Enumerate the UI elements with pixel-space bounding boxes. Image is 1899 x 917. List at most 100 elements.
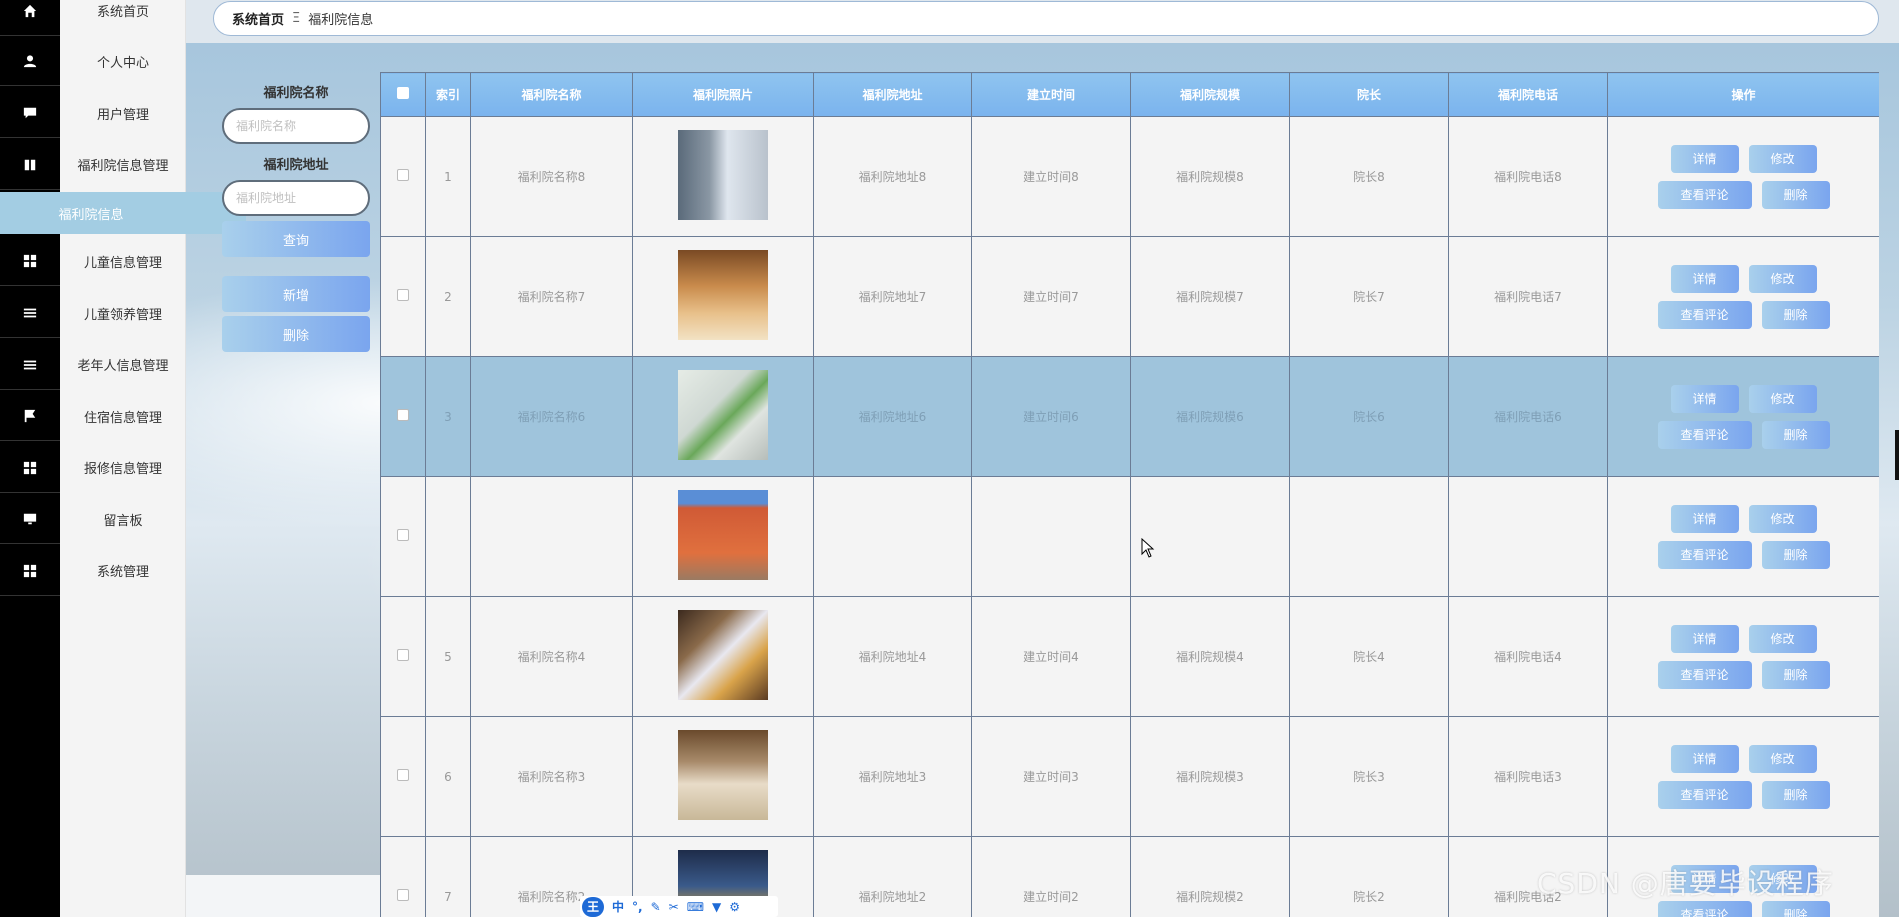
- edit-button[interactable]: 修改: [1748, 144, 1817, 173]
- monitor-icon[interactable]: [0, 494, 60, 544]
- sidebar-item-label: 儿童信息管理: [83, 255, 162, 271]
- sidebar-item-home[interactable]: 系统首页: [60, 0, 186, 35]
- grid-icon[interactable]: [0, 546, 60, 596]
- row-select-cell[interactable]: [380, 836, 426, 917]
- cell-director: 院长4: [1289, 596, 1449, 717]
- delete-button[interactable]: 删除: [1761, 780, 1830, 809]
- cell-address: 福利院地址4: [813, 596, 972, 717]
- row-checkbox[interactable]: [397, 649, 409, 661]
- sidebar-item-welfare-info[interactable]: 福利院信息: [0, 192, 246, 234]
- sidebar-item-users[interactable]: 用户管理: [60, 88, 186, 138]
- row-select-cell[interactable]: [380, 356, 426, 477]
- row-checkbox[interactable]: [397, 889, 409, 901]
- row-checkbox[interactable]: [397, 169, 409, 181]
- detail-button[interactable]: 详情: [1670, 384, 1739, 413]
- table-row[interactable]: 2 福利院名称7 福利院地址7 建立时间7 福利院规模7 院长7 福利院电话7 详情 修改 查看评…: [380, 236, 1879, 357]
- chat-icon[interactable]: [0, 88, 60, 138]
- ime-mode[interactable]: 中: [612, 898, 624, 915]
- row-checkbox[interactable]: [397, 289, 409, 301]
- view-comments-button[interactable]: 查看评论: [1657, 780, 1752, 809]
- delete-button[interactable]: 删除: [1761, 660, 1830, 689]
- delete-button[interactable]: 删除: [1761, 300, 1830, 329]
- edit-button[interactable]: 修改: [1748, 744, 1817, 773]
- flag-icon[interactable]: [0, 391, 60, 441]
- delete-button[interactable]: 删除: [1761, 420, 1830, 449]
- detail-button[interactable]: 详情: [1670, 624, 1739, 653]
- table-row[interactable]: 详情 修改查看评论 删除: [380, 476, 1879, 597]
- cell-address: 福利院地址8: [813, 116, 972, 237]
- keyboard-icon[interactable]: ⌨: [687, 900, 704, 914]
- view-comments-button[interactable]: 查看评论: [1657, 420, 1752, 449]
- cell-address: [813, 476, 972, 597]
- sidebar-item-welfare-mgmt[interactable]: 福利院信息管理: [60, 139, 186, 189]
- list-icon[interactable]: [0, 288, 60, 338]
- delete-button[interactable]: 删除: [1761, 900, 1830, 917]
- view-comments-button[interactable]: 查看评论: [1657, 540, 1752, 569]
- edit-button[interactable]: 修改: [1748, 264, 1817, 293]
- sidebar-item-adoption[interactable]: 儿童领养管理: [60, 288, 186, 338]
- skin-icon[interactable]: ▼: [712, 900, 721, 914]
- delete-button[interactable]: 删除: [1761, 540, 1830, 569]
- batch-delete-button[interactable]: 删除: [222, 316, 370, 352]
- sidebar-item-profile[interactable]: 个人中心: [60, 36, 186, 86]
- detail-button[interactable]: 详情: [1670, 144, 1739, 173]
- row-checkbox[interactable]: [397, 529, 409, 541]
- settings-icon[interactable]: ⚙: [729, 900, 740, 914]
- grid-icon[interactable]: [0, 443, 60, 493]
- cell-index: 7: [425, 836, 471, 917]
- pen-icon[interactable]: ✎: [651, 900, 661, 914]
- row-select-cell[interactable]: [380, 476, 426, 597]
- table-row[interactable]: 6 福利院名称3 福利院地址3 建立时间3 福利院规模3 院长3 福利院电话3 详情 修改 查看评…: [380, 716, 1879, 837]
- address-search-input[interactable]: [222, 180, 370, 216]
- table-row[interactable]: 5 福利院名称4 福利院地址4 建立时间4 福利院规模4 院长4 福利院电话4 详情 修改 查看评…: [380, 596, 1879, 717]
- name-label: 福利院名称: [263, 86, 329, 101]
- add-button[interactable]: 新增: [222, 276, 370, 312]
- edit-button[interactable]: 修改: [1748, 504, 1817, 533]
- grid-icon[interactable]: [0, 236, 60, 286]
- view-comments-button[interactable]: 查看评论: [1657, 180, 1752, 209]
- scissors-icon[interactable]: ✂: [669, 900, 679, 914]
- detail-button[interactable]: 详情: [1670, 264, 1739, 293]
- home-icon[interactable]: [0, 0, 60, 36]
- table-header: 索引 福利院名称 福利院照片 福利院地址 建立时间 福利院规模 院长 福利院电话…: [380, 72, 1879, 117]
- table-row[interactable]: 3 福利院名称6 福利院地址6 建立时间6 福利院规模6 院长6 福利院电话6 详情 修改 查看评…: [380, 356, 1879, 477]
- table-row[interactable]: 1 福利院名称8 福利院地址8 建立时间8 福利院规模8 院长8 福利院电话8 详情 修改 查看评…: [380, 116, 1879, 237]
- scroll-indicator[interactable]: [1895, 430, 1899, 480]
- cell-name: 福利院名称6: [470, 356, 633, 477]
- sidebar-item-system[interactable]: 系统管理: [60, 545, 186, 595]
- sidebar-item-lodging[interactable]: 住宿信息管理: [60, 391, 186, 441]
- row-select-cell[interactable]: [380, 116, 426, 237]
- sidebar-item-children[interactable]: 儿童信息管理: [60, 236, 186, 286]
- user-icon[interactable]: [0, 36, 60, 86]
- punctuation-icon[interactable]: °,: [632, 900, 643, 914]
- edit-button[interactable]: 修改: [1748, 624, 1817, 653]
- name-search-input[interactable]: [222, 108, 370, 144]
- ime-badge[interactable]: 王: [582, 896, 604, 917]
- sidebar-item-elderly[interactable]: 老年人信息管理: [60, 339, 186, 389]
- detail-button[interactable]: 详情: [1670, 744, 1739, 773]
- view-comments-button[interactable]: 查看评论: [1657, 660, 1752, 689]
- edit-button[interactable]: 修改: [1748, 384, 1817, 413]
- cell-index: 1: [425, 116, 471, 237]
- view-comments-button[interactable]: 查看评论: [1657, 300, 1752, 329]
- sidebar-item-messages[interactable]: 留言板: [60, 494, 186, 544]
- detail-button[interactable]: 详情: [1670, 504, 1739, 533]
- query-button[interactable]: 查询: [222, 221, 370, 257]
- cell-director: 院长6: [1289, 356, 1449, 477]
- sidebar-item-repair[interactable]: 报修信息管理: [60, 442, 186, 492]
- row-checkbox[interactable]: [397, 409, 409, 421]
- cell-actions: 详情 修改查看评论 删除: [1607, 236, 1879, 357]
- row-select-cell[interactable]: [380, 716, 426, 837]
- view-comments-button[interactable]: 查看评论: [1657, 900, 1752, 917]
- row-select-cell[interactable]: [380, 596, 426, 717]
- select-all-cell[interactable]: [380, 72, 426, 117]
- delete-button[interactable]: 删除: [1761, 180, 1830, 209]
- welfare-photo: [678, 250, 768, 340]
- breadcrumb-home[interactable]: 系统首页: [232, 9, 284, 28]
- cell-phone: 福利院电话3: [1448, 716, 1608, 837]
- row-checkbox[interactable]: [397, 769, 409, 781]
- select-all-checkbox[interactable]: [397, 87, 409, 99]
- list-icon[interactable]: [0, 340, 60, 390]
- row-select-cell[interactable]: [380, 236, 426, 357]
- book-icon[interactable]: [0, 140, 60, 190]
